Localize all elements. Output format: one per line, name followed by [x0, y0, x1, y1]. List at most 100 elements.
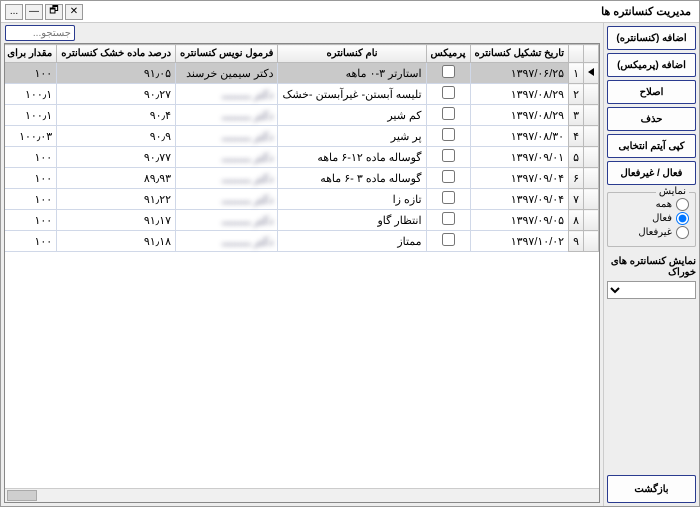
- add-premix-button[interactable]: اضافه (پرمیکس): [607, 53, 696, 77]
- row-indicator: [584, 84, 599, 105]
- cell-author: دکتر ـــــــــ: [176, 105, 278, 126]
- edit-button[interactable]: اصلاح: [607, 80, 696, 104]
- cell-author: دکتر ـــــــــ: [176, 231, 278, 252]
- cell-premix: [426, 84, 470, 105]
- back-button[interactable]: بازگشت: [607, 475, 696, 503]
- col-name[interactable]: نام کنسانتره: [278, 45, 426, 63]
- row-indicator: [584, 105, 599, 126]
- grid-scroll[interactable]: تاریخ تشکیل کنسانتره پرمیکس نام کنسانتره…: [5, 44, 599, 502]
- cell-name: ممتاز: [278, 231, 426, 252]
- cell-name: پر شیر: [278, 126, 426, 147]
- cell-per-head: ۱۰۰٫۰۳: [5, 126, 57, 147]
- row-indicator: [584, 210, 599, 231]
- premix-checkbox[interactable]: [442, 86, 455, 99]
- row-indicator: [584, 189, 599, 210]
- cell-premix: [426, 231, 470, 252]
- cell-name: گوساله ماده ۱۲-۶ ماهه: [278, 147, 426, 168]
- cell-dm-pct: ۹۱٫۲۲: [57, 189, 176, 210]
- table-row[interactable]: ۷۱۳۹۷/۰۹/۰۴تازه زادکتر ـــــــــ۹۱٫۲۲۱۰۰…: [5, 189, 599, 210]
- add-concentrate-button[interactable]: اضافه (کنسانتره): [607, 26, 696, 50]
- horizontal-scrollbar-thumb[interactable]: [7, 490, 37, 501]
- col-per-head[interactable]: مقدار برای یک دام: [5, 45, 57, 63]
- grid-wrap: تاریخ تشکیل کنسانتره پرمیکس نام کنسانتره…: [4, 43, 600, 503]
- close-button[interactable]: ✕: [65, 4, 83, 20]
- cell-date: ۱۳۹۷/۱۰/۰۲: [470, 231, 569, 252]
- premix-checkbox[interactable]: [442, 170, 455, 183]
- radio-active-row[interactable]: فعال: [614, 212, 689, 225]
- current-row-arrow-icon: [588, 68, 594, 76]
- premix-checkbox[interactable]: [442, 149, 455, 162]
- delete-button[interactable]: حذف: [607, 107, 696, 131]
- search-input[interactable]: [5, 25, 75, 41]
- extra-button[interactable]: ...: [5, 4, 23, 20]
- cell-dm-pct: ۹۱٫۱۸: [57, 231, 176, 252]
- horizontal-scrollbar[interactable]: [5, 488, 599, 502]
- cell-name: انتظار گاو: [278, 210, 426, 231]
- cell-name: گوساله ماده ۳ -۶ ماهه: [278, 168, 426, 189]
- cell-dm-pct: ۸۹٫۹۳: [57, 168, 176, 189]
- row-number: ۶: [569, 168, 584, 189]
- premix-checkbox[interactable]: [442, 212, 455, 225]
- main-area: تاریخ تشکیل کنسانتره پرمیکس نام کنسانتره…: [1, 23, 603, 506]
- col-dm-pct[interactable]: درصد ماده خشک کنسانتره: [57, 45, 176, 63]
- maximize-button[interactable]: 🗗: [45, 4, 63, 20]
- cell-per-head: ۱۰۰: [5, 189, 57, 210]
- cell-premix: [426, 126, 470, 147]
- table-row[interactable]: ۵۱۳۹۷/۰۹/۰۱ گوساله ماده ۱۲-۶ ماههدکتر ـــ…: [5, 147, 599, 168]
- radio-active[interactable]: [676, 212, 689, 225]
- cell-date: ۱۳۹۷/۰۹/۰۴: [470, 168, 569, 189]
- cell-dm-pct: ۹۱٫۱۷: [57, 210, 176, 231]
- row-number: ۱: [569, 63, 584, 84]
- row-number: ۲: [569, 84, 584, 105]
- table-row[interactable]: ۹۱۳۹۷/۱۰/۰۲ممتازدکتر ـــــــــ۹۱٫۱۸۱۰۰۹۱…: [5, 231, 599, 252]
- col-premix[interactable]: پرمیکس: [426, 45, 470, 63]
- active-inactive-button[interactable]: فعال / غیرفعال: [607, 161, 696, 185]
- col-date[interactable]: تاریخ تشکیل کنسانتره: [470, 45, 569, 63]
- cell-premix: [426, 210, 470, 231]
- cell-date: ۱۳۹۷/۰۹/۰۱: [470, 147, 569, 168]
- table-row[interactable]: ۶۱۳۹۷/۰۹/۰۴گوساله ماده ۳ -۶ ماههدکتر ـــ…: [5, 168, 599, 189]
- titlebar-controls: ... — 🗗 ✕: [5, 4, 83, 20]
- radio-all-row[interactable]: همه: [614, 198, 689, 211]
- table-row[interactable]: ۲۱۳۹۷/۰۸/۲۹تلیسه آبستن- غیرآبستن -خشکدکت…: [5, 84, 599, 105]
- titlebar: مدیریت کنسانتره ها ... — 🗗 ✕: [1, 1, 699, 23]
- cell-premix: [426, 105, 470, 126]
- table-row[interactable]: ۳۱۳۹۷/۰۸/۲۹کم شیردکتر ـــــــــ۹۰٫۴۱۰۰٫۱…: [5, 105, 599, 126]
- cell-name: استارتر ۳-۰ ماهه: [278, 63, 426, 84]
- row-number: ۷: [569, 189, 584, 210]
- premix-checkbox[interactable]: [442, 107, 455, 120]
- premix-checkbox[interactable]: [442, 65, 455, 78]
- premix-checkbox[interactable]: [442, 233, 455, 246]
- row-number: ۵: [569, 147, 584, 168]
- cell-dm-pct: ۹۰٫۹: [57, 126, 176, 147]
- radio-inactive-row[interactable]: غیرفعال: [614, 226, 689, 239]
- col-rownum: [569, 45, 584, 63]
- cell-author: دکتر سیمین خرسند: [176, 63, 278, 84]
- table-row[interactable]: ۸۱۳۹۷/۰۹/۰۵انتظار گاودکتر ـــــــــ۹۱٫۱۷…: [5, 210, 599, 231]
- premix-checkbox[interactable]: [442, 128, 455, 141]
- row-number: ۳: [569, 105, 584, 126]
- row-indicator: [584, 63, 599, 84]
- cell-name: تلیسه آبستن- غیرآبستن -خشک: [278, 84, 426, 105]
- table-row[interactable]: ۱۱۳۹۷/۰۶/۲۵استارتر ۳-۰ ماههدکتر سیمین خر…: [5, 63, 599, 84]
- table-row[interactable]: ۴۱۳۹۷/۰۸/۳۰پر شیردکتر ـــــــــ۹۰٫۹۱۰۰٫۰…: [5, 126, 599, 147]
- cell-dm-pct: ۹۰٫۲۷: [57, 84, 176, 105]
- minimize-button[interactable]: —: [25, 4, 43, 20]
- cell-per-head: ۱۰۰: [5, 147, 57, 168]
- display-filter-group: نمایش همه فعال غیرفعال: [607, 192, 696, 247]
- concentrate-table: تاریخ تشکیل کنسانتره پرمیکس نام کنسانتره…: [5, 44, 599, 252]
- row-number: ۹: [569, 231, 584, 252]
- display-filter-title: نمایش: [656, 186, 689, 197]
- cell-author: دکتر ـــــــــ: [176, 147, 278, 168]
- cell-name: کم شیر: [278, 105, 426, 126]
- radio-all[interactable]: [676, 198, 689, 211]
- col-author[interactable]: فرمول نویس کنسانتره: [176, 45, 278, 63]
- cell-date: ۱۳۹۷/۰۸/۲۹: [470, 105, 569, 126]
- premix-checkbox[interactable]: [442, 191, 455, 204]
- feed-concentrate-select[interactable]: [607, 281, 696, 299]
- radio-inactive[interactable]: [676, 226, 689, 239]
- cell-author: دکتر ـــــــــ: [176, 189, 278, 210]
- cell-date: ۱۳۹۷/۰۹/۰۴: [470, 189, 569, 210]
- window-title: مدیریت کنسانتره ها: [601, 5, 695, 18]
- copy-selected-button[interactable]: کپی آیتم انتخابی: [607, 134, 696, 158]
